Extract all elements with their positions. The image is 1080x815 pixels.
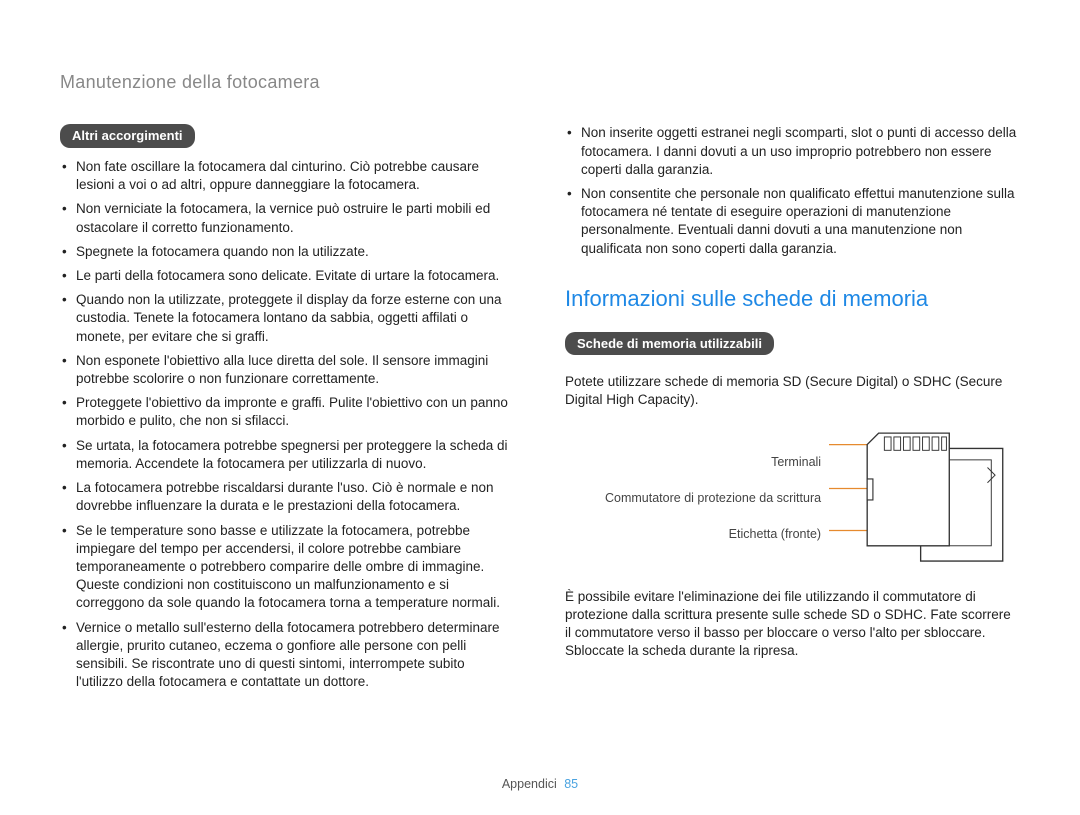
intro-text: Potete utilizzare schede di memoria SD (…: [565, 373, 1020, 409]
label-write-protect: Commutatore di protezione da scrittura: [605, 491, 821, 506]
right-top-bullets: Non inserite oggetti estranei negli scom…: [565, 124, 1020, 258]
list-item: Se urtata, la fotocamera potrebbe spegne…: [60, 437, 515, 473]
pill-other-precautions: Altri accorgimenti: [60, 124, 195, 148]
list-item: Proteggete l'obiettivo da impronte e gra…: [60, 394, 515, 430]
left-column: Altri accorgimenti Non fate oscillare la…: [60, 124, 515, 697]
page-footer: Appendici 85: [0, 776, 1080, 793]
list-item: Non esponete l'obiettivo alla luce diret…: [60, 352, 515, 388]
diagram-labels: Terminali Commutatore di protezione da s…: [605, 454, 821, 543]
list-item: Vernice o metallo sull'esterno della fot…: [60, 619, 515, 692]
bottom-text: È possibile evitare l'eliminazione dei f…: [565, 588, 1020, 661]
list-item: La fotocamera potrebbe riscaldarsi duran…: [60, 479, 515, 515]
list-item: Le parti della fotocamera sono delicate.…: [60, 267, 515, 285]
list-item: Se le temperature sono basse e utilizzat…: [60, 522, 515, 613]
section-title-memory-cards: Informazioni sulle schede di memoria: [565, 284, 1020, 314]
page-header: Manutenzione della fotocamera: [60, 70, 1020, 94]
columns: Altri accorgimenti Non fate oscillare la…: [60, 124, 1020, 697]
list-item: Quando non la utilizzate, proteggete il …: [60, 291, 515, 346]
footer-section: Appendici: [502, 777, 557, 791]
page: Manutenzione della fotocamera Altri acco…: [0, 0, 1080, 738]
label-terminals: Terminali: [771, 454, 821, 471]
footer-page-number: 85: [564, 777, 578, 791]
list-item: Non verniciate la fotocamera, la vernice…: [60, 200, 515, 236]
list-item: Non inserite oggetti estranei negli scom…: [565, 124, 1020, 179]
left-bullets: Non fate oscillare la fotocamera dal cin…: [60, 158, 515, 692]
list-item: Non consentite che personale non qualifi…: [565, 185, 1020, 258]
pill-usable-cards: Schede di memoria utilizzabili: [565, 332, 774, 356]
label-front: Etichetta (fronte): [729, 526, 821, 543]
right-column: Non inserite oggetti estranei negli scom…: [565, 124, 1020, 697]
sd-card-icon: [829, 424, 1020, 574]
list-item: Spegnete la fotocamera quando non la uti…: [60, 243, 515, 261]
sd-card-diagram: Terminali Commutatore di protezione da s…: [605, 424, 1020, 574]
list-item: Non fate oscillare la fotocamera dal cin…: [60, 158, 515, 194]
